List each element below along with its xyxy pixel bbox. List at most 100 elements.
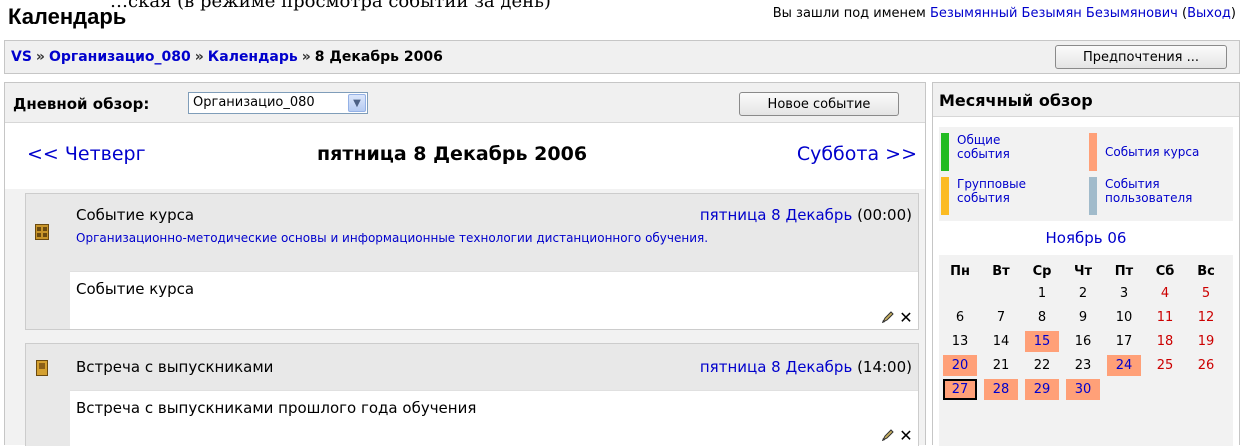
weekday-header: Пн (950, 264, 970, 279)
event-description: Событие курса ✕ (70, 271, 918, 329)
event-date-link[interactable]: пятница 8 Декабрь (700, 206, 852, 224)
month-link[interactable]: Ноябрь 06 (933, 229, 1239, 247)
page-title: Календарь (8, 4, 127, 29)
weekday-header: Вс (1197, 264, 1215, 279)
calendar-day: 4 (1160, 286, 1170, 301)
mini-calendar: Пн Вт Ср Чт Пт Сб Вс 1 2 3 4 5 6 7 8 9 10 11 12 13 14 15 16 17 1… (939, 255, 1233, 446)
event-legend: Общие события События курса Групповые со… (939, 127, 1233, 221)
legend-item-global[interactable]: Общие события (941, 133, 1043, 171)
course-select[interactable]: Организацио_080 ▼ (188, 92, 368, 114)
day-view-panel: Дневной обзор: Организацио_080 ▼ Новое с… (4, 82, 926, 447)
calendar-day: 5 (1201, 286, 1211, 301)
weekday-header: Сб (1155, 264, 1175, 279)
page-top-caption: …ская (в режиме просмотра событий за ден… (110, 0, 551, 12)
breadcrumb-calendar[interactable]: Календарь (208, 49, 298, 65)
event-commands: ✕ (880, 426, 914, 445)
new-event-button[interactable]: Новое событие (739, 92, 899, 116)
delete-icon[interactable]: ✕ (898, 308, 914, 327)
month-view-panel: Месячный обзор Общие события События кур… (932, 82, 1240, 446)
calendar-day: 25 (1156, 358, 1174, 373)
calendar-day: 6 (955, 310, 965, 325)
event-header: Встреча с выпускниками пятница 8 Декабрь… (70, 344, 918, 390)
legend-swatch (1089, 177, 1097, 215)
event-time: (00:00) (852, 206, 912, 224)
calendar-day[interactable]: 27 (943, 379, 977, 400)
calendar-day[interactable]: 15 (1025, 331, 1059, 352)
calendar-day: 12 (1197, 310, 1215, 325)
user-event-icon (36, 360, 48, 376)
logout-link[interactable]: Выход (1187, 6, 1231, 21)
logout-paren-close: ) (1230, 6, 1236, 21)
calendar-day: 23 (1074, 358, 1092, 373)
calendar-day: 3 (1119, 286, 1129, 301)
calendar-day[interactable]: 20 (943, 355, 977, 376)
breadcrumb-course[interactable]: Организацио_080 (49, 49, 191, 65)
next-day-link[interactable]: Суббота >> (797, 143, 917, 165)
event-picture (26, 194, 70, 329)
breadcrumb-site[interactable]: VS (11, 49, 32, 65)
calendar-day: 1 (1037, 286, 1047, 301)
event-course-link[interactable]: Организационно-методические основы и инф… (76, 230, 776, 246)
legend-swatch (941, 177, 949, 215)
event-description-text: Событие курса (76, 280, 195, 298)
legend-label[interactable]: События пользователя (1105, 177, 1235, 205)
calendar-day[interactable]: 30 (1066, 379, 1100, 400)
legend-item-group[interactable]: Групповые события (941, 177, 1043, 215)
edit-icon[interactable] (880, 427, 896, 443)
calendar-day: 26 (1197, 358, 1215, 373)
login-info: Вы зашли под именем Безымянный Безымян Б… (773, 6, 1236, 21)
event-description: Встреча с выпускниками прошлого года обу… (70, 390, 918, 447)
legend-swatch (941, 133, 949, 171)
day-view-header: Дневной обзор: Организацио_080 ▼ Новое с… (5, 83, 925, 123)
preferences-button[interactable]: Предпочтения ... (1055, 45, 1227, 69)
calendar-day: 17 (1115, 334, 1133, 349)
user-profile-link[interactable]: Безымянный Безымян Безымянович (930, 6, 1178, 21)
calendar-day: 13 (951, 334, 969, 349)
delete-icon[interactable]: ✕ (898, 426, 914, 445)
event-name: Событие курса (76, 206, 195, 224)
breadcrumb-separator: » (35, 49, 45, 65)
calendar-day[interactable]: 29 (1025, 379, 1059, 400)
event-date: пятница 8 Декабрь (14:00) (700, 358, 912, 376)
edit-icon[interactable] (880, 309, 896, 325)
event-date: пятница 8 Декабрь (00:00) (700, 206, 912, 224)
legend-label[interactable]: Общие события (957, 133, 1043, 161)
current-date-heading: пятница 8 Декабрь 2006 (317, 143, 588, 165)
weekday-header: Ср (1032, 264, 1052, 279)
calendar-day: 8 (1037, 310, 1047, 325)
calendar-day: 19 (1197, 334, 1215, 349)
event-time: (14:00) (852, 358, 912, 376)
event-card: Встреча с выпускниками пятница 8 Декабрь… (25, 343, 919, 447)
chevron-down-icon[interactable]: ▼ (348, 94, 366, 112)
legend-item-user[interactable]: События пользователя (1089, 177, 1235, 215)
login-prefix: Вы зашли под именем (772, 6, 930, 21)
weekday-header: Вт (992, 264, 1010, 279)
breadcrumb-separator: » (194, 49, 204, 65)
calendar-day: 22 (1033, 358, 1051, 373)
event-commands: ✕ (880, 308, 914, 327)
calendar-day: 14 (992, 334, 1010, 349)
calendar-day: 18 (1156, 334, 1174, 349)
calendar-day: 21 (992, 358, 1010, 373)
event-description-text: Встреча с выпускниками прошлого года обу… (76, 399, 477, 417)
previous-day-link[interactable]: << Четверг (27, 143, 146, 165)
calendar-day: 16 (1074, 334, 1092, 349)
calendar-day: 7 (996, 310, 1006, 325)
calendar-day: 9 (1078, 310, 1088, 325)
event-header: Событие курса пятница 8 Декабрь (00:00) … (70, 194, 918, 271)
breadcrumb-current-date: 8 Декабрь 2006 (314, 49, 443, 65)
course-select-value: Организацио_080 (193, 95, 315, 110)
legend-item-course[interactable]: События курса (1089, 133, 1235, 171)
calendar-day[interactable]: 28 (984, 379, 1018, 400)
breadcrumb-separator: » (301, 49, 311, 65)
event-date-link[interactable]: пятница 8 Декабрь (700, 358, 852, 376)
legend-label[interactable]: Групповые события (957, 177, 1043, 205)
calendar-day[interactable]: 24 (1107, 355, 1141, 376)
event-name: Встреча с выпускниками (76, 358, 274, 376)
month-view-title: Месячный обзор (933, 83, 1239, 117)
weekday-header: Чт (1073, 264, 1093, 279)
logout-paren-open: ( (1177, 6, 1188, 21)
weekday-header: Пт (1114, 264, 1134, 279)
calendar-day: 10 (1115, 310, 1133, 325)
legend-label[interactable]: События курса (1105, 133, 1235, 159)
